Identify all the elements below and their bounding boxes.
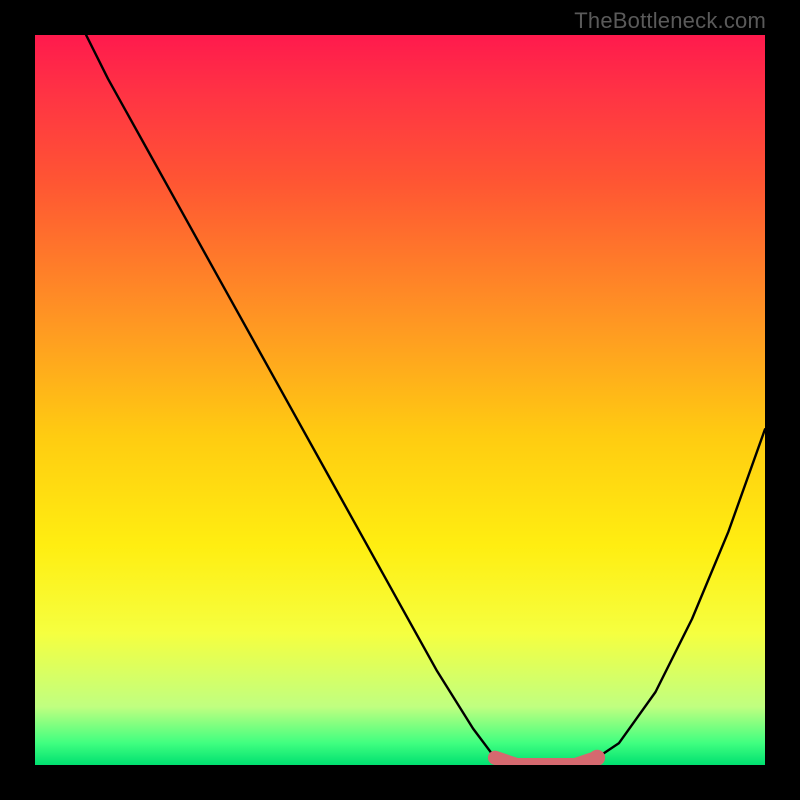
plot-area (35, 35, 765, 765)
chart-svg (35, 35, 765, 765)
bottleneck-curve-line (86, 35, 765, 765)
optimal-band-end-dot (589, 750, 605, 765)
attribution-text: TheBottleneck.com (574, 8, 766, 34)
optimal-band-line (495, 758, 597, 765)
chart-container: TheBottleneck.com (0, 0, 800, 800)
